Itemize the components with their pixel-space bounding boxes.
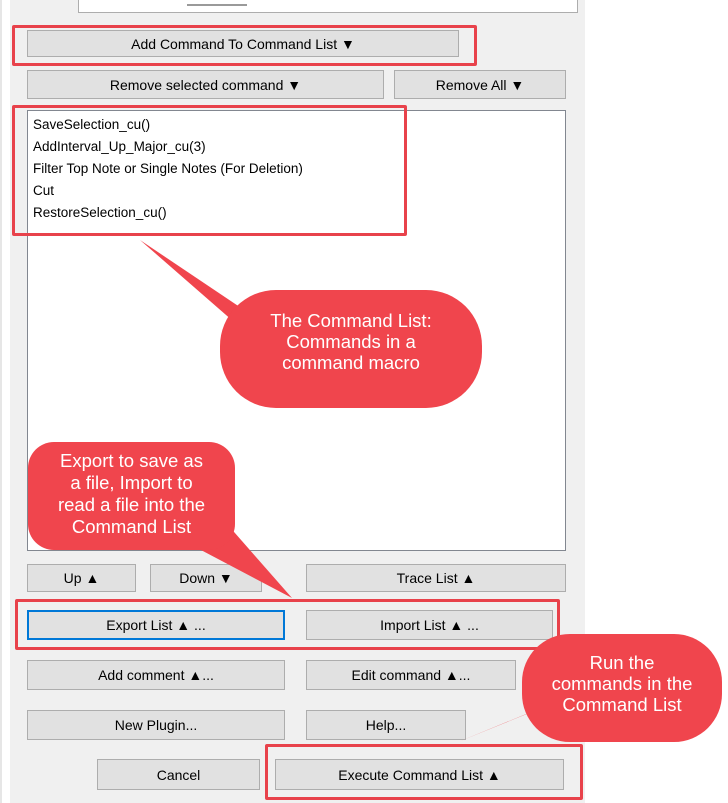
- callout-line: Run the: [589, 652, 655, 673]
- callout-line: command macro: [282, 352, 420, 373]
- command-list-callout: The Command List: Commands in a command …: [240, 310, 462, 373]
- callout-line: The Command List:: [270, 310, 432, 331]
- callout-line: Export to save as: [60, 450, 203, 471]
- callout-line: commands in the: [551, 673, 693, 694]
- callout-line: Command List: [71, 516, 192, 537]
- export-import-callout: Export to save as a file, Import to read…: [30, 450, 233, 538]
- run-callout: Run the commands in the Command List: [530, 652, 714, 715]
- callout-line: read a file into the: [57, 494, 206, 515]
- callout-line: a file, Import to: [70, 472, 193, 493]
- callout-line: Commands in a: [286, 331, 416, 352]
- callout-line: Command List: [562, 694, 682, 715]
